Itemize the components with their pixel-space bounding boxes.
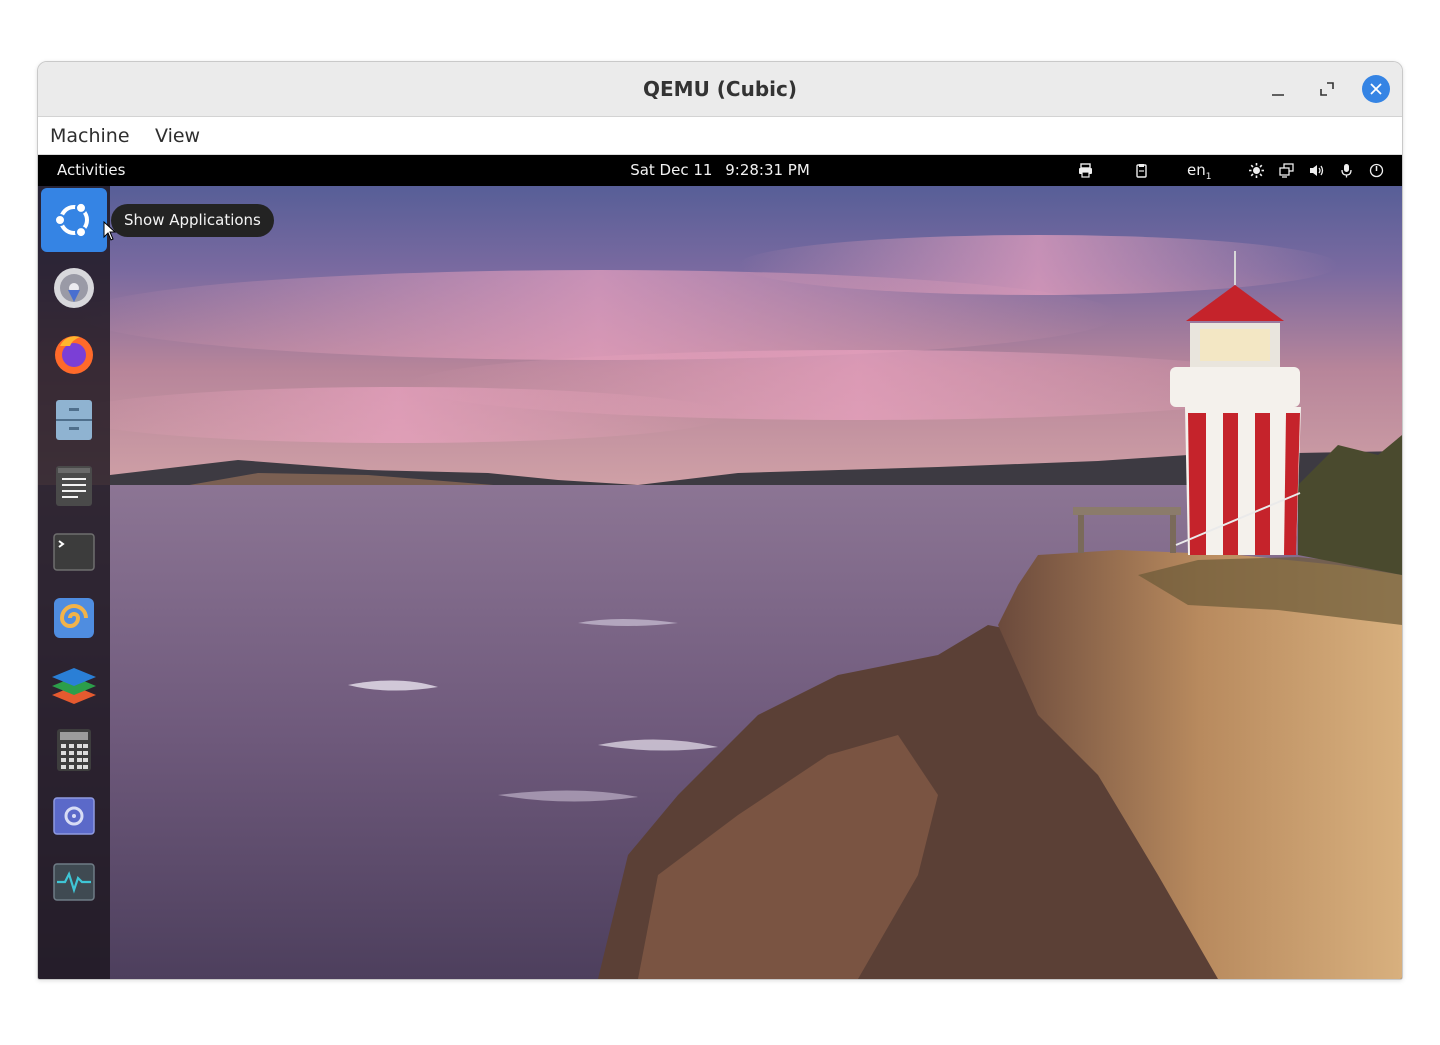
microphone-icon[interactable]	[1339, 163, 1354, 178]
terminal-icon	[53, 533, 95, 571]
clock-time: 9:28:31 PM	[725, 161, 810, 179]
power-icon[interactable]	[1369, 163, 1384, 178]
keyboard-layout-indicator[interactable]: en1	[1187, 155, 1211, 193]
dock-swirl-app[interactable]	[41, 586, 107, 650]
dock-calculator[interactable]	[41, 718, 107, 782]
dock-disk-app[interactable]	[41, 784, 107, 848]
keyboard-layout-subscript: 1	[1205, 172, 1212, 182]
swirl-icon	[54, 598, 94, 638]
display-icon[interactable]	[1279, 163, 1294, 178]
gnome-top-bar: Activities Sat Dec 11 9:28:31 PM en1	[38, 155, 1402, 186]
dock-firefox[interactable]	[41, 322, 107, 386]
disk-icon	[53, 797, 95, 835]
clock-date: Sat Dec 11	[630, 161, 713, 179]
dock-files[interactable]	[41, 388, 107, 452]
menu-bar: Machine View	[38, 117, 1402, 155]
guest-display[interactable]: Activities Sat Dec 11 9:28:31 PM en1 Sho…	[38, 155, 1402, 979]
dock-terminal[interactable]	[41, 520, 107, 584]
brightness-icon[interactable]	[1249, 163, 1264, 178]
firefox-icon	[55, 336, 93, 374]
close-icon	[1370, 83, 1382, 95]
title-bar[interactable]: QEMU (Cubic)	[38, 62, 1402, 117]
text-editor-icon	[56, 466, 92, 506]
dock-text-editor[interactable]	[41, 454, 107, 518]
installer-icon	[54, 268, 94, 308]
menu-view[interactable]: View	[155, 117, 200, 155]
clipboard-icon[interactable]	[1134, 163, 1149, 178]
window-title: QEMU (Cubic)	[643, 77, 797, 101]
mouse-cursor-icon	[103, 221, 117, 241]
dock-layers-app[interactable]	[41, 652, 107, 716]
system-monitor-icon	[53, 863, 95, 901]
show-applications-button[interactable]	[41, 188, 107, 252]
dock-installer[interactable]	[41, 256, 107, 320]
keyboard-layout-label: en	[1187, 161, 1206, 179]
desktop-wallpaper	[38, 155, 1402, 979]
calculator-icon	[57, 729, 91, 771]
minimize-icon	[1272, 94, 1284, 96]
dock	[38, 186, 110, 979]
menu-machine[interactable]: Machine	[50, 117, 130, 155]
maximize-icon	[1320, 82, 1334, 96]
printer-icon[interactable]	[1078, 163, 1093, 178]
file-cabinet-icon	[56, 400, 92, 440]
ubuntu-logo-icon	[54, 201, 89, 239]
close-button[interactable]	[1362, 75, 1390, 103]
dock-system-monitor[interactable]	[41, 850, 107, 914]
maximize-button[interactable]	[1312, 74, 1342, 104]
volume-icon[interactable]	[1309, 163, 1324, 178]
qemu-window: QEMU (Cubic) Machine View Activities Sat…	[37, 61, 1403, 980]
layers-icon	[52, 668, 96, 704]
minimize-button[interactable]	[1263, 74, 1293, 104]
show-applications-tooltip: Show Applications	[111, 204, 274, 237]
